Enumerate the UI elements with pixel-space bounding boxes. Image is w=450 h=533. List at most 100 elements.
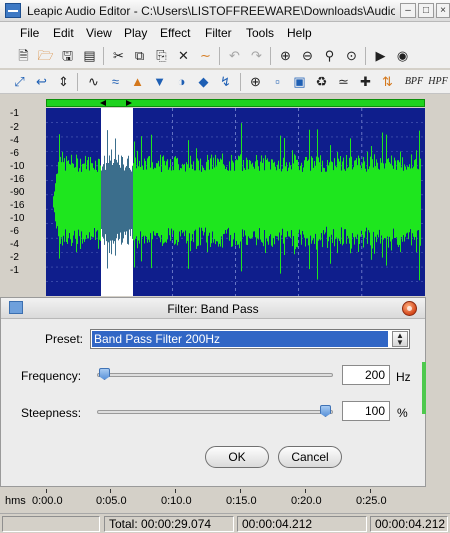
menu-edit[interactable]: Edit <box>53 26 74 40</box>
compressor-icon[interactable]: ◑ <box>172 72 191 91</box>
preset-select[interactable]: Band Pass Filter 200Hz ▲ ▼ <box>90 329 410 349</box>
delete-icon[interactable]: ✕ <box>174 46 193 65</box>
waveform-canvas[interactable] <box>46 108 425 296</box>
cut-icon[interactable]: ✂ <box>109 46 128 65</box>
frequency-slider-track[interactable] <box>97 373 333 377</box>
maximize-icon[interactable]: □ <box>418 3 434 18</box>
close-icon[interactable]: × <box>436 3 450 18</box>
title-bar: Leapic Audio Editor - C:\Users\LISTOFFRE… <box>0 0 450 22</box>
zoom-selection-icon[interactable]: ⚲ <box>320 46 339 65</box>
save-as-icon[interactable]: ▤ <box>80 46 99 65</box>
chevron-updown-icon[interactable]: ▲ ▼ <box>392 331 408 347</box>
waveform-edge <box>422 362 426 414</box>
amp-tick: -1 <box>10 265 19 276</box>
steepness-label: Steepness: <box>21 406 82 420</box>
status-bar: Total: 00:00:29.074 00:00:04.212 00:00:0… <box>0 513 450 533</box>
time-tick-mark <box>110 489 111 493</box>
time-unit-label: hms <box>5 495 26 507</box>
insert-icon[interactable]: ⇕ <box>54 72 73 91</box>
zoom-out-icon[interactable]: ⊖ <box>298 46 317 65</box>
trim-icon[interactable]: ∼ <box>196 46 215 65</box>
waveform-view[interactable] <box>46 108 425 296</box>
frequency-input[interactable]: 200 <box>342 365 390 385</box>
amp-tick: -6 <box>10 226 19 237</box>
menu-view[interactable]: View <box>86 26 112 40</box>
time-tick-label: 0:20.0 <box>291 495 322 507</box>
equalizer-icon[interactable]: ♻ <box>312 72 331 91</box>
amp-tick: -16 <box>10 174 25 185</box>
time-tick-mark <box>46 489 47 493</box>
open-folder-icon[interactable]: 🗁 <box>36 46 55 65</box>
move-icon[interactable]: ⤢ <box>10 72 29 91</box>
paste-icon[interactable]: ⎘ <box>152 46 171 65</box>
silence-icon[interactable]: ▫ <box>268 72 287 91</box>
status-panel-empty <box>2 516 100 532</box>
reverse-icon[interactable]: ↯ <box>216 72 235 91</box>
time-tick-label: 0:05.0 <box>96 495 127 507</box>
steepness-input[interactable]: 100 <box>342 401 390 421</box>
bandpass-filter-icon[interactable]: BPF <box>403 72 425 91</box>
dialog-title-bar: Filter: Band Pass <box>1 298 425 319</box>
time-tick-label: 0:10.0 <box>161 495 192 507</box>
main-toolbar: 🗎 🗁 🖫 ▤ ✂ ⧉ ⎘ ✕ ∼ ↶ ↷ ⊕ ⊖ ⚲ ⊙ ▶ ◉ <box>0 44 450 68</box>
steepness-slider-track[interactable] <box>97 410 333 414</box>
time-tick-label: 0:25.0 <box>356 495 387 507</box>
time-tick-label: 0:00.0 <box>32 495 63 507</box>
undo-icon[interactable]: ↶ <box>225 46 244 65</box>
frequency-unit: Hz <box>396 370 411 384</box>
record-icon[interactable]: ◉ <box>393 46 412 65</box>
amp-tick: -2 <box>10 252 19 263</box>
menu-file[interactable]: File <box>20 26 39 40</box>
frequency-slider-thumb[interactable] <box>99 368 110 380</box>
menu-filter[interactable]: Filter <box>205 26 232 40</box>
amp-tick: -10 <box>10 161 25 172</box>
time-tick-mark <box>370 489 371 493</box>
redo-icon[interactable]: ↷ <box>247 46 266 65</box>
echo-icon[interactable]: ◆ <box>194 72 213 91</box>
amp-tick: -1 <box>10 108 19 119</box>
dialog-title: Filter: Band Pass <box>167 302 259 316</box>
swap-icon[interactable]: ≃ <box>334 72 353 91</box>
new-file-icon[interactable]: 🗎 <box>14 46 33 65</box>
play-icon[interactable]: ▶ <box>371 46 390 65</box>
amp-tick: -16 <box>10 200 25 211</box>
status-selection: 00:00:04.212 <box>370 516 448 532</box>
menu-tools[interactable]: Tools <box>246 26 274 40</box>
menu-play[interactable]: Play <box>124 26 147 40</box>
time-tick-mark <box>240 489 241 493</box>
split-icon[interactable]: ⇅ <box>378 72 397 91</box>
cancel-button[interactable]: Cancel <box>278 446 342 468</box>
vertical-scrollbar[interactable] <box>425 108 450 296</box>
channels-icon[interactable]: ✚ <box>356 72 375 91</box>
amp-tick: -4 <box>10 135 19 146</box>
menu-help[interactable]: Help <box>287 26 312 40</box>
fade-out-icon[interactable]: ▼ <box>150 72 169 91</box>
invert-icon[interactable]: ⊕ <box>246 72 265 91</box>
preset-value: Band Pass Filter 200Hz <box>92 331 388 347</box>
minimize-icon[interactable]: – <box>400 3 416 18</box>
timeline: hms 0:00.0 0:05.0 0:10.0 0:15.0 0:20.0 0… <box>0 489 450 513</box>
fade-in-icon[interactable]: ▲ <box>128 72 147 91</box>
zoom-in-icon[interactable]: ⊕ <box>276 46 295 65</box>
time-tick-label: 0:15.0 <box>226 495 257 507</box>
amplitude-scale: -1 -2 -4 -6 -10 -16 -90 -16 -10 -6 -4 -2… <box>0 108 46 298</box>
app-icon <box>5 3 21 18</box>
back-icon[interactable]: ↩ <box>32 72 51 91</box>
normalize-icon[interactable]: ≈ <box>106 72 125 91</box>
zoom-fit-icon[interactable]: ⊙ <box>342 46 361 65</box>
preset-label: Preset: <box>45 332 84 346</box>
noise-icon[interactable]: ▣ <box>290 72 309 91</box>
copy-icon[interactable]: ⧉ <box>130 46 149 65</box>
highpass-filter-icon[interactable]: HPF <box>427 72 449 91</box>
steepness-slider-thumb[interactable] <box>320 405 331 417</box>
amp-tick: -10 <box>10 213 25 224</box>
status-total: Total: 00:00:29.074 <box>104 516 234 532</box>
dialog-close-icon[interactable] <box>402 301 417 316</box>
save-icon[interactable]: 🖫 <box>58 46 77 65</box>
amp-tick: -4 <box>10 239 19 250</box>
amplify-icon[interactable]: ∿ <box>84 72 103 91</box>
amp-tick: -2 <box>10 122 19 133</box>
ok-button[interactable]: OK <box>205 446 269 468</box>
menu-effect[interactable]: Effect <box>160 26 190 40</box>
steepness-unit: % <box>397 406 408 420</box>
